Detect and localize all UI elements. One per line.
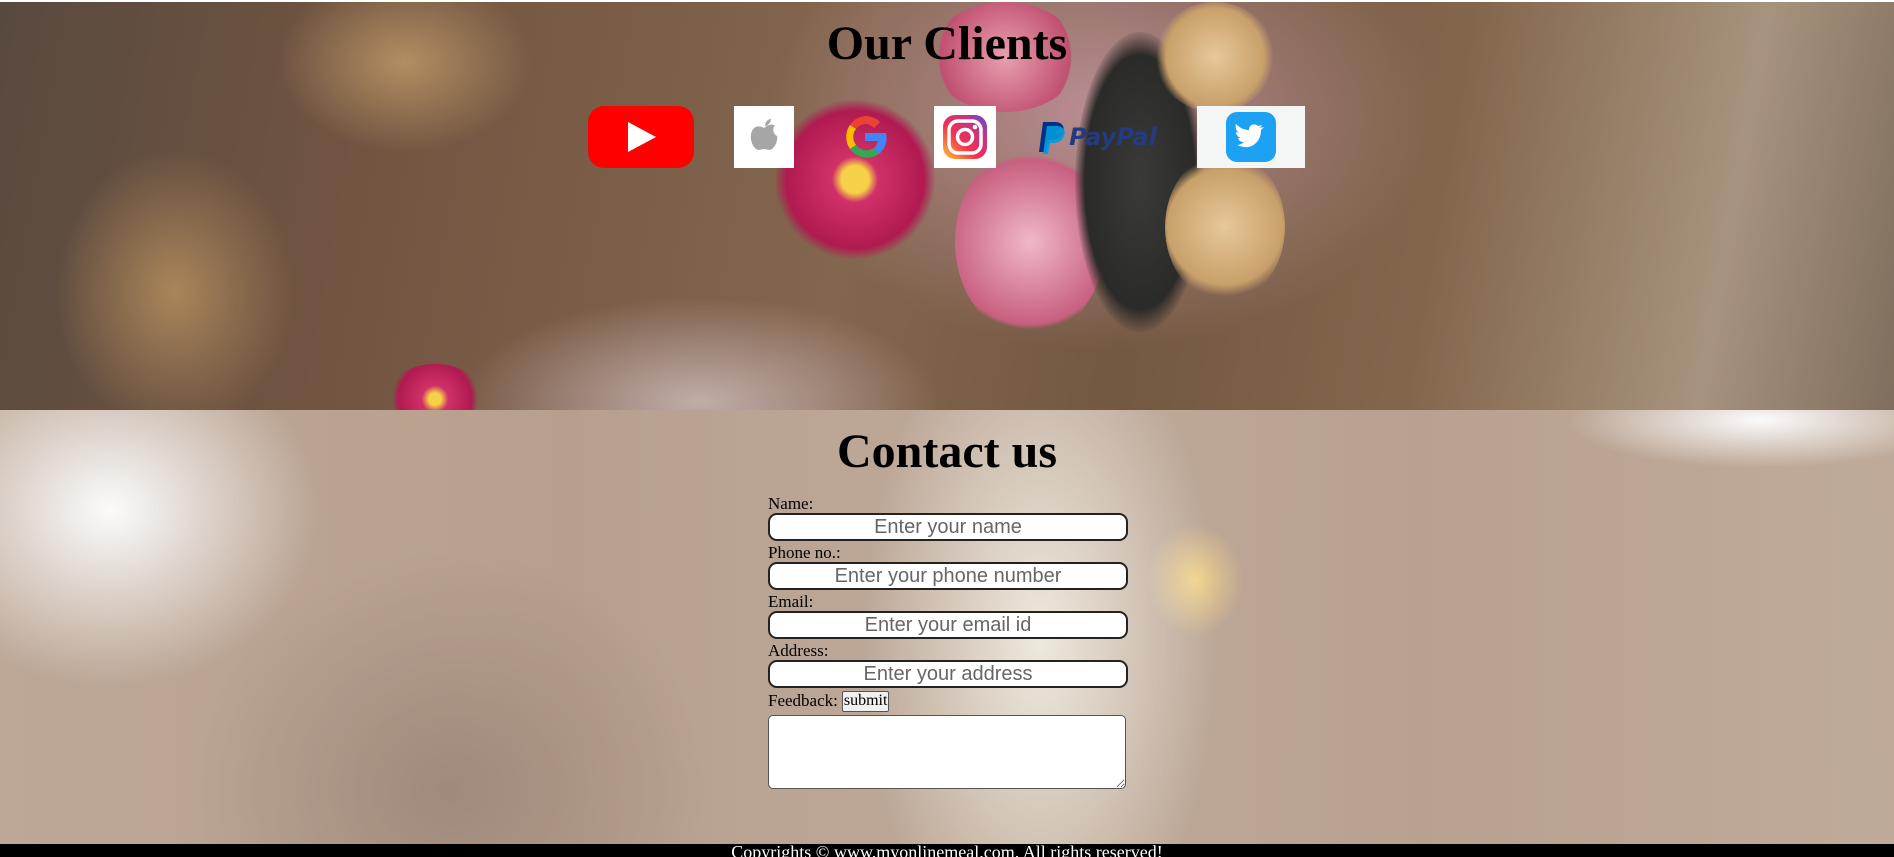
copyright-text: Copyrights © www.myonlinemeal.com. All r… (731, 844, 1163, 857)
footer: Copyrights © www.myonlinemeal.com. All r… (0, 844, 1894, 857)
email-label: Email: (768, 592, 814, 611)
twitter-icon (1197, 106, 1305, 168)
youtube-icon (588, 106, 694, 168)
contact-form: Name: Phone no.: Email: Address: Feedbac… (768, 494, 1128, 789)
background-flower-decoration (385, 364, 485, 410)
contact-title: Contact us (836, 425, 1057, 478)
feedback-textarea[interactable] (768, 715, 1126, 789)
client-logo-instagram (934, 106, 996, 168)
instagram-icon (934, 106, 996, 168)
phone-input[interactable] (768, 562, 1128, 590)
contact-content: Contact us Name: Phone no.: Email: Addre… (0, 410, 1894, 844)
google-icon (846, 115, 887, 158)
paypal-wordmark: PayPal (1069, 123, 1157, 151)
background-nuts-decoration (1165, 152, 1285, 302)
clients-title: Our Clients (826, 17, 1068, 70)
name-input[interactable] (768, 513, 1128, 541)
client-logo-apple (734, 106, 794, 168)
feedback-label: Feedback: (768, 691, 838, 710)
phone-label: Phone no.: (768, 543, 841, 562)
client-logo-google (838, 106, 892, 168)
contact-section: Contact us Name: Phone no.: Email: Addre… (0, 410, 1894, 844)
address-input[interactable] (768, 660, 1128, 688)
address-label: Address: (768, 641, 829, 660)
client-logo-youtube (588, 106, 694, 168)
submit-button[interactable]: submit (841, 690, 890, 712)
client-logo-paypal: PayPal (1034, 106, 1160, 168)
name-label: Name: (768, 494, 814, 513)
feedback-row: Feedback: submit (768, 690, 1128, 712)
client-logo-twitter (1197, 106, 1305, 168)
clients-section: Our Clients PayPal (0, 2, 1894, 410)
paypal-icon (1039, 122, 1065, 154)
apple-icon (734, 106, 794, 168)
email-input[interactable] (768, 611, 1128, 639)
